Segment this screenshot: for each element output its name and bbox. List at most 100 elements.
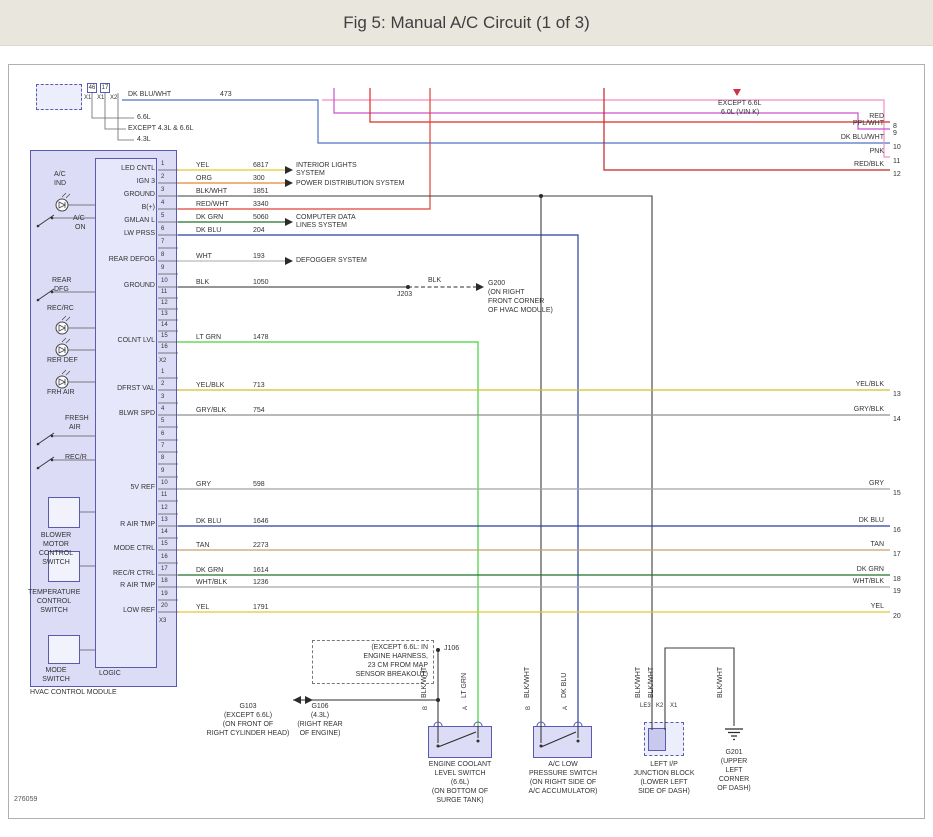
edge-wire-label: RED/BLK — [854, 161, 884, 169]
wire-color-label: GRY — [196, 481, 211, 489]
edge-wire-label: YEL/BLK — [856, 381, 884, 389]
module-name-label: HVAC CONTROL MODULE — [30, 689, 117, 697]
pin-function-label: R AIR TMP — [120, 521, 155, 529]
cavity-letter: B — [423, 706, 430, 710]
pin-function-label: GROUND — [124, 191, 155, 199]
data-lines-arrow-icon — [285, 218, 293, 226]
wire-color-label: BLK/WHT — [196, 188, 227, 196]
note-line: SENSOR BREAKOUT) — [316, 670, 428, 679]
pin-number: 9 — [161, 265, 164, 272]
ground-location-line: OF DASH) — [700, 784, 768, 793]
ground-label: G201 — [700, 748, 768, 757]
pin-number: 13 — [161, 311, 168, 318]
caption-line: CONTROL — [28, 597, 80, 606]
ground-location-line: (ON FRONT OF — [200, 720, 296, 729]
system-label: DEFOGGER SYSTEM — [296, 257, 367, 265]
system-label: POWER DISTRIBUTION SYSTEM — [296, 180, 405, 188]
pin-number: 1 — [161, 161, 164, 168]
caption-line: (LOWER LEFT — [616, 778, 712, 787]
caption-line: LEVEL SWITCH — [412, 769, 508, 778]
pin-number: 6 — [161, 226, 164, 233]
mode-switch-caption: MODE SWITCH — [30, 666, 82, 684]
wire-color-label: ORG — [196, 175, 212, 183]
wire-color-label: LT GRN — [196, 334, 221, 342]
ground-location-line: (ON RIGHT — [488, 289, 525, 297]
splice-label: J106 — [444, 645, 459, 653]
pin-number: 20 — [161, 603, 168, 610]
edge-wire-label: WHT/BLK — [853, 578, 884, 586]
pin-number: 19 — [161, 591, 168, 598]
wire-circuit-label: 2273 — [253, 542, 269, 550]
pin-function-label: LW PRSS — [124, 230, 155, 238]
switch-label: AIR — [69, 424, 81, 432]
ground-location-line: OF ENGINE) — [284, 729, 356, 738]
caption-line: SWITCH — [30, 558, 82, 567]
pin-number: 3 — [161, 187, 164, 194]
caption-line: BLOWER — [30, 531, 82, 540]
pin-function-label: DFRST VAL — [117, 385, 155, 393]
caption-line: (6.6L) — [412, 778, 508, 787]
connector-id: X2 — [110, 95, 117, 102]
edge-wire-label: TAN — [871, 541, 884, 549]
indicator-label: IND — [54, 180, 66, 188]
wiring-diagram-page: Fig 5: Manual A/C Circuit (1 of 3) — [0, 0, 933, 837]
terminal-number: 17 — [100, 85, 110, 92]
caption-line: MOTOR — [30, 540, 82, 549]
wire-circuit-label: 713 — [253, 382, 265, 390]
pin-number: 8 — [161, 252, 164, 259]
splice-label: J203 — [397, 291, 412, 299]
wire-color-label: DK GRN — [196, 567, 223, 575]
edge-terminal-number: 9 — [893, 130, 897, 138]
edge-terminal-number: 14 — [893, 416, 901, 424]
wire-circuit-label: 1050 — [253, 279, 269, 287]
wire-color-label: YEL/BLK — [196, 382, 224, 390]
pin-number: 4 — [161, 200, 164, 207]
edge-wire-label: PPL/WHT — [853, 120, 884, 128]
pin-number: 16 — [161, 344, 168, 351]
wire-color-label: WHT/BLK — [196, 579, 227, 587]
pin-number: 10 — [161, 480, 168, 487]
pin-number: 17 — [161, 566, 168, 573]
pin-function-label: LED CNTL — [121, 165, 155, 173]
caption-line: LEFT I/P — [616, 760, 712, 769]
interior-lights-arrow-icon — [285, 166, 293, 174]
g103-caption: G103 (EXCEPT 6.6L) (ON FRONT OF RIGHT CY… — [200, 702, 296, 738]
blower-switch-caption: BLOWER MOTOR CONTROL SWITCH — [30, 531, 82, 567]
edge-wire-label: DK BLU — [859, 517, 884, 525]
wire-color-label: BLK — [428, 277, 441, 285]
edge-wire-label: YEL — [871, 603, 884, 611]
ground-location-line: (EXCEPT 6.6L) — [200, 711, 296, 720]
engine-variant-label: 6.6L — [137, 114, 151, 122]
coolant-switch-caption: ENGINE COOLANT LEVEL SWITCH (6.6L) (ON B… — [412, 760, 508, 805]
pin-number: 4 — [161, 406, 164, 413]
pin-number: 13 — [161, 517, 168, 524]
edge-wire-label: GRY — [869, 480, 884, 488]
switch-label: REAR — [52, 277, 71, 285]
pin-number: 18 — [161, 578, 168, 585]
wire-color-label: YEL — [196, 162, 209, 170]
wire-circuit-label: 5060 — [253, 214, 269, 222]
ground-label: G103 — [200, 702, 296, 711]
splice-dots — [406, 194, 543, 702]
caption-line: PRESSURE SWITCH — [515, 769, 611, 778]
ground-location-line: LEFT — [700, 766, 768, 775]
ground-location-line: CORNER — [700, 775, 768, 784]
indicator-label: FRH AIR — [47, 389, 75, 397]
g201-ground-symbol — [725, 729, 743, 740]
caption-line: SWITCH — [28, 606, 80, 615]
wire-circuit-label: 3340 — [253, 201, 269, 209]
wire-circuit-label: 193 — [253, 253, 265, 261]
cavity-letter: A — [563, 706, 570, 710]
g201-caption: G201 (UPPER LEFT CORNER OF DASH) — [700, 748, 768, 793]
panel-switch-blades — [38, 215, 54, 468]
connector-id: X1 — [84, 95, 91, 102]
wire-color-label-vertical: BLK/WHT — [421, 667, 429, 698]
pin-number: 1 — [161, 369, 164, 376]
pin-function-label: GMLAN L — [124, 217, 155, 225]
edge-terminal-number: 17 — [893, 551, 901, 559]
wire-color-label: TAN — [196, 542, 209, 550]
edge-terminal-number: 20 — [893, 613, 901, 621]
engine-variant-label: 4.3L — [137, 136, 151, 144]
wire-circuit-label: 6817 — [253, 162, 269, 170]
j106-note: (EXCEPT 6.6L: IN ENGINE HARNESS, 23 CM F… — [316, 643, 428, 679]
